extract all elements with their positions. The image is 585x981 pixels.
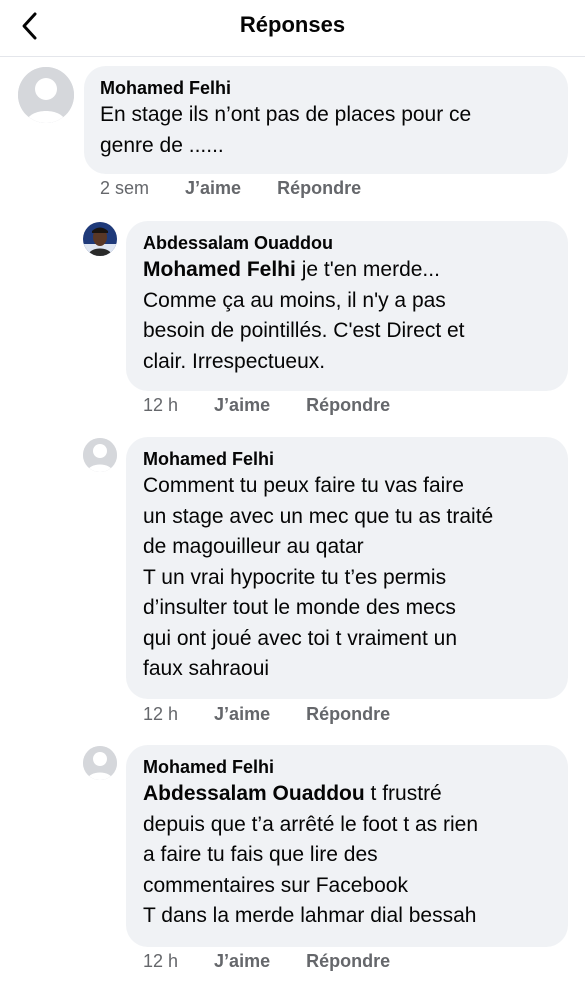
reply-button[interactable]: Répondre <box>277 178 361 199</box>
comment-timestamp[interactable]: 2 sem <box>100 178 149 199</box>
reply-button[interactable]: Répondre <box>306 951 390 972</box>
comment-actions: 12 h J’aime Répondre <box>143 951 426 972</box>
comment-text: Mohamed Felhi je t'en merde... Comme ça … <box>143 255 551 377</box>
reply-button[interactable]: Répondre <box>306 395 390 416</box>
comment-actions: 12 h J’aime Répondre <box>143 395 426 416</box>
comment-bubble[interactable]: Mohamed Felhi En stage ils n’ont pas de … <box>84 66 568 174</box>
comment-timestamp[interactable]: 12 h <box>143 395 178 416</box>
comment-actions: 2 sem J’aime Répondre <box>100 178 397 199</box>
comment-author[interactable]: Mohamed Felhi <box>143 447 551 471</box>
comment-actions: 12 h J’aime Répondre <box>143 704 426 725</box>
like-button[interactable]: J’aime <box>214 395 270 416</box>
comment-text: Abdessalam Ouaddou t frustré depuis que … <box>143 779 551 932</box>
comment-text: En stage ils n’ont pas de places pour ce… <box>100 103 472 157</box>
comment-author[interactable]: Abdessalam Ouaddou <box>143 231 551 255</box>
like-button[interactable]: J’aime <box>214 704 270 725</box>
comment-bubble[interactable]: Mohamed Felhi Comment tu peux faire tu v… <box>126 437 568 699</box>
default-avatar-icon <box>83 746 117 780</box>
mention-link[interactable]: Mohamed Felhi <box>143 258 296 281</box>
default-avatar-icon <box>18 67 74 123</box>
page-title: Réponses <box>239 12 346 37</box>
profile-photo <box>83 222 117 256</box>
default-avatar-icon <box>83 438 117 472</box>
comment-bubble[interactable]: Abdessalam Ouaddou Mohamed Felhi je t'en… <box>126 221 568 391</box>
like-button[interactable]: J’aime <box>185 178 241 199</box>
header-bar: Réponses <box>0 0 585 57</box>
comment-timestamp[interactable]: 12 h <box>143 951 178 972</box>
avatar[interactable] <box>18 67 74 123</box>
comment-text: Comment tu peux faire tu vas faire un st… <box>143 474 494 680</box>
comment-bubble[interactable]: Mohamed Felhi Abdessalam Ouaddou t frust… <box>126 745 568 947</box>
comment-author[interactable]: Mohamed Felhi <box>143 755 551 779</box>
comment-timestamp[interactable]: 12 h <box>143 704 178 725</box>
like-button[interactable]: J’aime <box>214 951 270 972</box>
comment-author[interactable]: Mohamed Felhi <box>100 76 552 100</box>
mention-link[interactable]: Abdessalam Ouaddou <box>143 782 365 805</box>
avatar[interactable] <box>83 746 117 780</box>
avatar[interactable] <box>83 222 117 256</box>
avatar[interactable] <box>83 438 117 472</box>
reply-button[interactable]: Répondre <box>306 704 390 725</box>
